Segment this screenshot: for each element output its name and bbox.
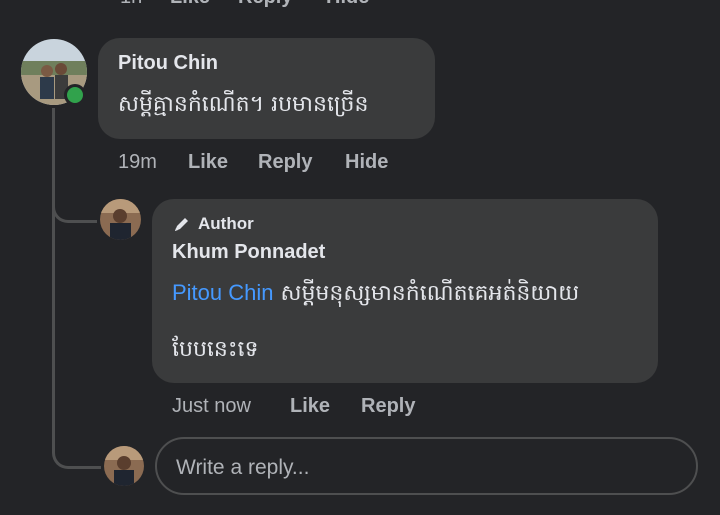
previous-reply-button[interactable]: Reply	[238, 0, 292, 9]
comment-bubble: Pitou Chin សម្តីគ្មានកំណើត។ របមានច្រើន	[98, 38, 435, 139]
reply-reply-button[interactable]: Reply	[361, 395, 415, 418]
composer-avatar[interactable]	[104, 446, 144, 486]
comment-like-button[interactable]: Like	[188, 151, 228, 174]
thread-line-vertical	[52, 108, 55, 453]
thread-line-branch-reply	[52, 190, 97, 223]
comment-reply-button[interactable]: Reply	[258, 151, 312, 174]
pen-icon	[175, 218, 188, 231]
reply-text-body: សម្តីមនុស្សមានកំណើតគេអត់និយាយ	[280, 281, 580, 306]
reply-timestamp[interactable]: Just now	[172, 395, 251, 418]
previous-comment-time: 1h	[120, 0, 142, 9]
comment-hide-button[interactable]: Hide	[345, 151, 388, 174]
reply-text-line1: Pitou Chin សម្តីមនុស្សមានកំណើតគេអត់និយាយ	[172, 279, 579, 311]
previous-hide-button[interactable]: Hide	[326, 0, 369, 9]
previous-like-button[interactable]: Like	[170, 0, 210, 9]
comment-text: សម្តីគ្មានកំណើត។ របមានច្រើន	[118, 92, 369, 117]
reply-like-button[interactable]: Like	[290, 395, 330, 418]
reply-text-line2: បែបនេះទេ	[172, 337, 259, 362]
avatar-khum-ponnadet[interactable]	[100, 199, 141, 240]
previous-comment-actions: 1h Like Reply Hide	[0, 0, 720, 10]
author-badge: Author	[172, 213, 254, 235]
reply-bubble: Author Khum Ponnadet Pitou Chin សម្តីមនុ…	[152, 199, 658, 383]
author-badge-label: Author	[198, 214, 254, 233]
comment-timestamp[interactable]: 19m	[118, 151, 157, 174]
reply-author-name[interactable]: Khum Ponnadet	[172, 241, 325, 264]
comment-author-name[interactable]: Pitou Chin	[118, 52, 218, 75]
mention-link[interactable]: Pitou Chin	[172, 280, 274, 305]
thread-line-branch-composer	[52, 436, 101, 469]
reply-input-placeholder: Write a reply...	[176, 456, 310, 479]
reply-input[interactable]: Write a reply...	[155, 437, 698, 495]
online-status-dot	[64, 84, 86, 106]
